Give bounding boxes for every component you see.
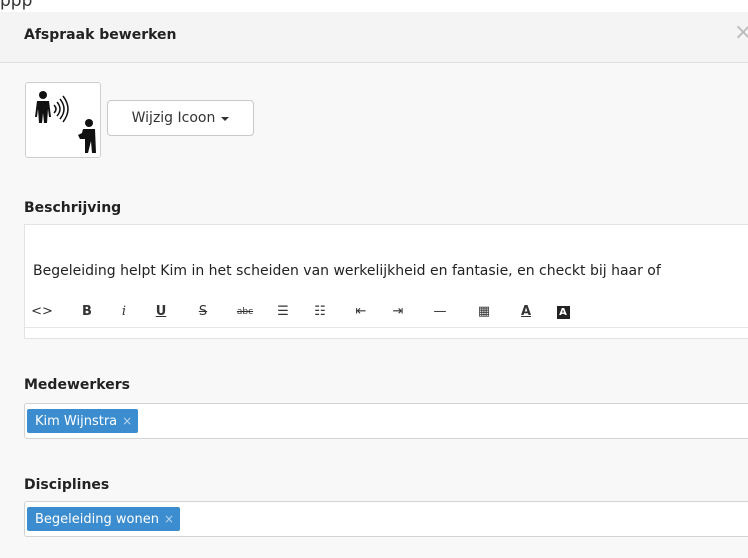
background-color-icon[interactable]: A — [556, 306, 570, 319]
modal-header: Afspraak bewerken × — [0, 12, 748, 63]
description-label: Beschrijving — [24, 200, 122, 216]
description-text[interactable]: Begeleiding helpt Kim in het scheiden va… — [33, 263, 661, 279]
employee-tag-label: Kim Wijnstra — [35, 413, 118, 429]
table-icon[interactable]: ▦ — [473, 297, 495, 327]
bullet-list-icon[interactable]: ☰ — [272, 297, 294, 327]
spellcheck-icon[interactable]: abc — [234, 297, 256, 327]
remove-tag-icon[interactable]: × — [164, 512, 174, 526]
outdent-icon[interactable]: ⇤ — [350, 297, 372, 327]
employees-label: Medewerkers — [24, 377, 130, 393]
appointment-icon-preview — [25, 82, 101, 158]
bold-icon[interactable]: B — [76, 297, 98, 327]
code-view-icon[interactable]: <> — [31, 297, 53, 327]
editor-divider — [25, 327, 748, 328]
italic-icon[interactable]: i — [113, 297, 135, 327]
horizontal-rule-icon[interactable]: — — [429, 297, 451, 327]
caret-down-icon — [221, 117, 230, 121]
change-icon-button[interactable]: Wijzig Icoon — [107, 100, 254, 136]
remove-tag-icon[interactable]: × — [122, 414, 132, 428]
numbered-list-icon[interactable]: ☷ — [309, 297, 331, 327]
disciplines-select[interactable]: Begeleiding wonen × — [24, 501, 748, 537]
indent-icon[interactable]: ⇥ — [387, 297, 409, 327]
communication-persons-icon — [35, 91, 96, 153]
editor-toolbar: <> B i U S abc ☰ ☷ ⇤ ⇥ — ▦ A A — [25, 297, 748, 327]
description-editor[interactable]: Begeleiding helpt Kim in het scheiden va… — [24, 224, 748, 339]
strikethrough-icon[interactable]: S — [192, 297, 214, 327]
disciplines-label: Disciplines — [24, 477, 110, 493]
close-icon[interactable]: × — [734, 22, 748, 44]
change-icon-label: Wijzig Icoon — [131, 110, 216, 126]
discipline-tag[interactable]: Begeleiding wonen × — [27, 507, 181, 531]
employees-select[interactable]: Kim Wijnstra × — [24, 403, 748, 439]
clipped-top-text: ppp — [0, 0, 748, 12]
employee-tag[interactable]: Kim Wijnstra × — [27, 409, 139, 433]
discipline-tag-label: Begeleiding wonen — [35, 511, 159, 527]
underline-icon[interactable]: U — [150, 297, 172, 327]
modal-title: Afspraak bewerken — [24, 27, 177, 43]
text-color-icon[interactable]: A — [515, 297, 537, 327]
